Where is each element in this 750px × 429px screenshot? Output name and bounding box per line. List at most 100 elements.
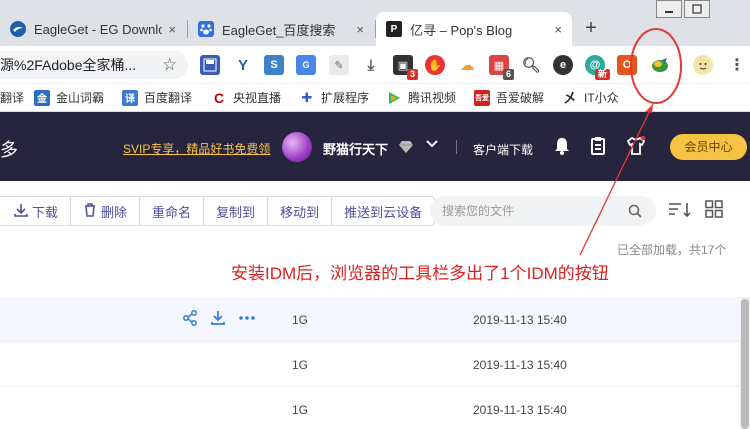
mail-badge: 6 — [502, 69, 514, 80]
bell-icon[interactable] — [552, 136, 572, 156]
delete-button[interactable]: 删除 — [71, 197, 141, 225]
search-icon[interactable] — [628, 196, 642, 228]
download-button[interactable]: 下载 — [0, 197, 72, 225]
copy-to-button[interactable]: 复制到 — [204, 197, 269, 225]
tab-close-icon[interactable]: × — [356, 22, 364, 37]
search-placeholder: 搜索您的文件 — [442, 204, 515, 218]
it-icon: 㐅 — [563, 89, 577, 106]
download-icon[interactable] — [210, 310, 226, 330]
bookmark-52pojie[interactable]: 吾爱 吾爱破解 — [474, 89, 544, 106]
adblock-icon[interactable]: ✋ — [425, 55, 445, 75]
address-bar[interactable]: 源%2FAdobe全家桶... ☆ — [0, 51, 188, 79]
idm-icon[interactable] — [650, 55, 670, 75]
tab-eagleget-download[interactable]: EagleGet - EG Downlo × — [0, 12, 186, 46]
office-icon[interactable]: O — [617, 55, 637, 75]
more-options-icon[interactable] — [238, 310, 256, 330]
bookmark-cctv[interactable]: C 央视直播 — [211, 89, 281, 106]
trash-icon — [83, 202, 97, 220]
browser-menu-icon[interactable]: ⋮ — [727, 55, 747, 75]
bookmark-label: 百度翻译 — [144, 91, 193, 105]
new-icon[interactable]: @ 新 — [585, 55, 610, 80]
bookmark-extensions[interactable]: ✚ 扩展程序 — [299, 89, 369, 106]
bookmark-it[interactable]: 㐅 IT小众 — [562, 89, 619, 106]
tab-baidu-search[interactable]: EagleGet_百度搜索 × — [188, 12, 374, 46]
tab-title: EagleGet - EG Downlo — [34, 21, 163, 37]
download-arrow-icon[interactable]: ⤓ — [361, 55, 381, 75]
file-size: 1G — [292, 403, 309, 417]
annotation-text: 安装IDM后，浏览器的工具栏多出了1个IDM的按钮 — [231, 264, 609, 283]
app-header: 更多 SVIP专享，精品好书免费领 野猫行天下 客户端下载 会员中心 — [0, 112, 750, 181]
maximize-button[interactable] — [684, 0, 710, 18]
file-date: 2019-11-13 15:40 — [473, 358, 567, 372]
search-icon[interactable]: 🔍︎ — [521, 55, 541, 75]
save-icon[interactable] — [200, 55, 220, 75]
p-logo-icon: P — [386, 21, 402, 37]
rename-button[interactable]: 重命名 — [140, 197, 205, 225]
file-date: 2019-11-13 15:40 — [473, 313, 567, 327]
chevron-down-icon[interactable] — [426, 138, 438, 152]
e-icon[interactable]: e — [553, 55, 573, 75]
username[interactable]: 野猫行天下 — [323, 139, 388, 158]
tab-title: 亿寻 – Pop's Blog — [410, 22, 513, 38]
bookmark-label: 腾讯视频 — [408, 91, 457, 105]
minimize-button[interactable] — [656, 0, 682, 18]
bookmark-label: IT小众 — [584, 91, 619, 105]
tab-close-icon[interactable]: × — [168, 22, 176, 37]
avatar[interactable] — [282, 132, 312, 162]
tab-close-icon[interactable]: × — [554, 22, 562, 37]
tencent-video-icon — [386, 90, 402, 106]
file-size: 1G — [292, 313, 309, 327]
action-button-group: 下载 删除 重命名 复制到 移动到 推送到云设备 — [0, 196, 436, 226]
more-link[interactable]: 更多 — [0, 136, 18, 162]
tshirt-icon[interactable] — [626, 136, 646, 156]
table-row[interactable]: 1G 2019-11-13 15:40 — [0, 297, 740, 342]
ext-badge-icon[interactable]: ▣ 3 — [393, 55, 418, 80]
translate-icon[interactable]: G — [296, 55, 316, 75]
bookmark-translate[interactable]: 翻译 — [0, 89, 24, 106]
s-icon[interactable]: S — [264, 55, 284, 75]
baidu-paw-icon — [198, 21, 214, 37]
new-tab-button[interactable]: + — [580, 18, 602, 40]
browser-tab-strip: EagleGet - EG Downlo × EagleGet_百度搜索 × P… — [0, 0, 750, 46]
puzzle-icon: ✚ — [301, 89, 313, 105]
file-date: 2019-11-13 15:40 — [473, 403, 567, 417]
row-actions — [182, 310, 256, 330]
bookmark-label: 翻译 — [0, 91, 25, 105]
grid-view-icon[interactable] — [705, 200, 723, 223]
52pojie-icon: 吾爱 — [474, 89, 490, 106]
tab-pops-blog[interactable]: P 亿寻 – Pop's Blog × — [376, 12, 572, 46]
vip-center-button[interactable]: 会员中心 — [670, 134, 747, 160]
bookmark-tencent-video[interactable]: 腾讯视频 — [386, 89, 456, 106]
address-bar-value: 源%2FAdobe全家桶... — [0, 57, 137, 73]
bookmark-label: 扩展程序 — [321, 91, 370, 105]
scrollbar[interactable] — [740, 297, 750, 429]
push-to-cloud-button[interactable]: 推送到云设备 — [332, 197, 434, 225]
vue-devtools-icon[interactable]: Y — [233, 55, 253, 75]
browser-toolbar: 源%2FAdobe全家桶... ☆ Y S G ✎ ⤓ ▣ 3 ✋ ☁ ▦ 6 🔍︎… — [0, 46, 750, 84]
bookmark-star-icon[interactable]: ☆ — [162, 51, 177, 79]
bookmarks-bar: 翻译 金 金山词霸 译 百度翻译 C 央视直播 ✚ 扩展程序 腾讯视频 吾爱 吾… — [0, 84, 750, 112]
table-row[interactable]: 1G 2019-11-13 15:40 — [0, 342, 740, 387]
file-toolbar: 下载 删除 重命名 复制到 移动到 推送到云设备 搜索您的文件 — [0, 181, 750, 241]
client-download-link[interactable]: 客户端下载 — [473, 141, 533, 158]
scrollbar-thumb[interactable] — [741, 299, 749, 429]
download-label: 下载 — [32, 204, 59, 220]
eagleget-icon — [10, 21, 26, 37]
edit-icon[interactable]: ✎ — [329, 55, 349, 75]
header-divider — [456, 140, 457, 154]
diamond-icon — [399, 141, 413, 153]
bookmark-baidu-translate[interactable]: 译 百度翻译 — [122, 89, 192, 106]
table-row[interactable]: 1G 2019-11-13 15:40 — [0, 387, 740, 429]
share-icon[interactable] — [182, 310, 198, 330]
bookmark-label: 央视直播 — [233, 91, 282, 105]
clipboard-icon[interactable] — [588, 136, 608, 156]
sort-icon[interactable] — [668, 201, 692, 224]
cloud-icon[interactable]: ☁ — [457, 55, 477, 75]
move-to-button[interactable]: 移动到 — [268, 197, 333, 225]
profile-avatar-icon[interactable] — [693, 55, 713, 75]
mail-icon[interactable]: ▦ 6 — [489, 55, 514, 80]
bookmark-kingsoft[interactable]: 金 金山词霸 — [34, 89, 104, 106]
search-input[interactable]: 搜索您的文件 — [430, 196, 656, 226]
svip-promo-link[interactable]: SVIP专享，精品好书免费领 — [123, 140, 270, 157]
bookmark-label: 金山词霸 — [56, 91, 105, 105]
